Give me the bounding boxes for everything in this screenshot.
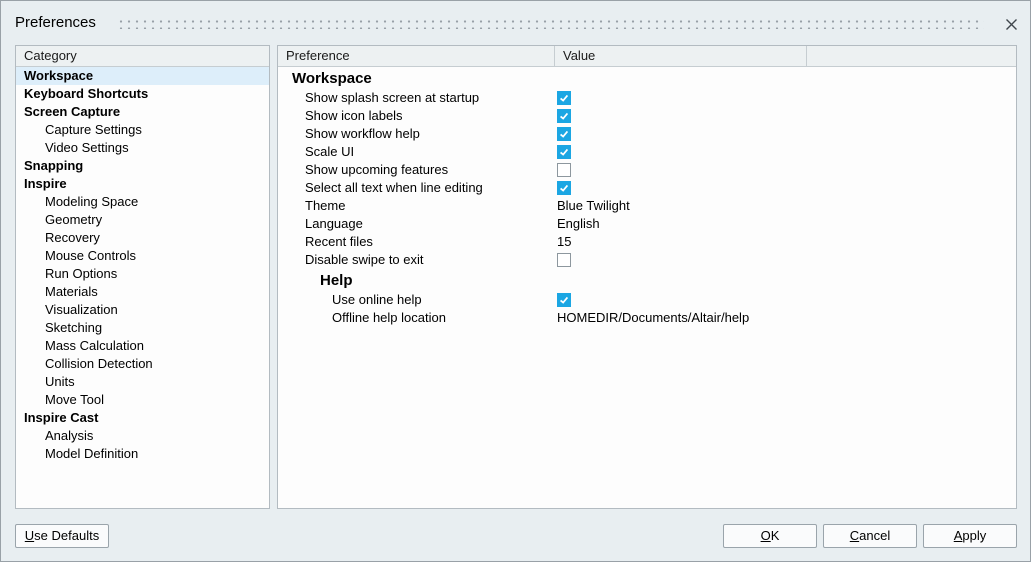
pref-row-language: Language English xyxy=(278,215,1016,233)
checkbox-show-upcoming-features[interactable] xyxy=(557,163,571,177)
checkbox-select-all-text[interactable] xyxy=(557,181,571,195)
checkbox-show-icon-labels[interactable] xyxy=(557,109,571,123)
pref-row-disable-swipe: Disable swipe to exit xyxy=(278,251,1016,269)
checkmark-icon xyxy=(558,128,570,140)
category-item-run-options[interactable]: Run Options xyxy=(16,265,269,283)
category-item-materials[interactable]: Materials xyxy=(16,283,269,301)
category-item-sketching[interactable]: Sketching xyxy=(16,319,269,337)
category-item-modeling-space[interactable]: Modeling Space xyxy=(16,193,269,211)
cancel-button[interactable]: Cancel xyxy=(823,524,917,548)
apply-button[interactable]: Apply xyxy=(923,524,1017,548)
ok-button[interactable]: OK xyxy=(723,524,817,548)
drag-handle-dots[interactable] xyxy=(117,17,984,29)
pref-label: Use online help xyxy=(278,291,555,309)
checkmark-icon xyxy=(558,110,570,122)
pref-row-select-all-text: Select all text when line editing xyxy=(278,179,1016,197)
checkbox-use-online-help[interactable] xyxy=(557,293,571,307)
checkmark-icon xyxy=(558,182,570,194)
value-theme[interactable]: Blue Twilight xyxy=(555,197,630,215)
section-title-workspace: Workspace xyxy=(278,67,1016,89)
pref-label: Show workflow help xyxy=(278,125,555,143)
pref-row-use-online-help: Use online help xyxy=(278,291,1016,309)
pref-label: Recent files xyxy=(278,233,555,251)
category-item-units[interactable]: Units xyxy=(16,373,269,391)
checkbox-disable-swipe[interactable] xyxy=(557,253,571,267)
value-recent-files[interactable]: 15 xyxy=(555,233,571,251)
pref-label: Show icon labels xyxy=(278,107,555,125)
pref-label: Select all text when line editing xyxy=(278,179,555,197)
category-item-geometry[interactable]: Geometry xyxy=(16,211,269,229)
category-list: Workspace Keyboard Shortcuts Screen Capt… xyxy=(16,67,269,508)
value-column-header: Value xyxy=(555,46,807,66)
checkmark-icon xyxy=(558,294,570,306)
pref-label: Scale UI xyxy=(278,143,555,161)
pref-row-show-workflow-help: Show workflow help xyxy=(278,125,1016,143)
category-item-inspire[interactable]: Inspire xyxy=(16,175,269,193)
category-item-collision-detection[interactable]: Collision Detection xyxy=(16,355,269,373)
pref-label: Theme xyxy=(278,197,555,215)
pref-row-recent-files: Recent files 15 xyxy=(278,233,1016,251)
checkbox-show-splash-screen[interactable] xyxy=(557,91,571,105)
checkbox-scale-ui[interactable] xyxy=(557,145,571,159)
close-icon xyxy=(1005,18,1018,31)
pref-row-show-upcoming-features: Show upcoming features xyxy=(278,161,1016,179)
checkmark-icon xyxy=(558,92,570,104)
preferences-body: Workspace Show splash screen at startup … xyxy=(278,67,1016,508)
pref-label: Language xyxy=(278,215,555,233)
value-language[interactable]: English xyxy=(555,215,600,233)
category-item-analysis[interactable]: Analysis xyxy=(16,427,269,445)
category-item-model-definition[interactable]: Model Definition xyxy=(16,445,269,463)
pref-label: Show upcoming features xyxy=(278,161,555,179)
dialog-title: Preferences xyxy=(15,14,96,31)
category-item-mouse-controls[interactable]: Mouse Controls xyxy=(16,247,269,265)
category-item-workspace[interactable]: Workspace xyxy=(16,67,269,85)
category-item-snapping[interactable]: Snapping xyxy=(16,157,269,175)
category-item-capture-settings[interactable]: Capture Settings xyxy=(16,121,269,139)
pref-label: Show splash screen at startup xyxy=(278,89,555,107)
value-offline-help-location[interactable]: HOMEDIR/Documents/Altair/help xyxy=(555,309,749,327)
category-item-screen-capture[interactable]: Screen Capture xyxy=(16,103,269,121)
checkmark-icon xyxy=(558,146,570,158)
title-bar: Preferences xyxy=(1,1,1030,43)
category-item-inspire-cast[interactable]: Inspire Cast xyxy=(16,409,269,427)
pref-row-theme: Theme Blue Twilight xyxy=(278,197,1016,215)
checkbox-show-workflow-help[interactable] xyxy=(557,127,571,141)
category-column-header: Category xyxy=(16,46,269,67)
category-panel: Category Workspace Keyboard Shortcuts Sc… xyxy=(15,45,270,509)
preferences-dialog: Preferences Category Workspace Keyboard … xyxy=(0,0,1031,562)
pref-row-offline-help-location: Offline help location HOMEDIR/Documents/… xyxy=(278,309,1016,327)
category-item-move-tool[interactable]: Move Tool xyxy=(16,391,269,409)
close-button[interactable] xyxy=(1001,14,1021,34)
preferences-header-row: Preference Value xyxy=(278,46,1016,67)
use-defaults-button[interactable]: Use Defaults xyxy=(15,524,109,548)
category-item-visualization[interactable]: Visualization xyxy=(16,301,269,319)
preferences-panel: Preference Value Workspace Show splash s… xyxy=(277,45,1017,509)
pref-label: Offline help location xyxy=(278,309,555,327)
category-item-keyboard-shortcuts[interactable]: Keyboard Shortcuts xyxy=(16,85,269,103)
category-item-mass-calculation[interactable]: Mass Calculation xyxy=(16,337,269,355)
pref-label: Disable swipe to exit xyxy=(278,251,555,269)
category-item-video-settings[interactable]: Video Settings xyxy=(16,139,269,157)
pref-row-show-icon-labels: Show icon labels xyxy=(278,107,1016,125)
pref-row-show-splash-screen: Show splash screen at startup xyxy=(278,89,1016,107)
pref-row-scale-ui: Scale UI xyxy=(278,143,1016,161)
preference-column-header: Preference xyxy=(278,46,555,66)
empty-column-header xyxy=(807,46,1016,66)
category-item-recovery[interactable]: Recovery xyxy=(16,229,269,247)
section-title-help: Help xyxy=(278,269,1016,291)
